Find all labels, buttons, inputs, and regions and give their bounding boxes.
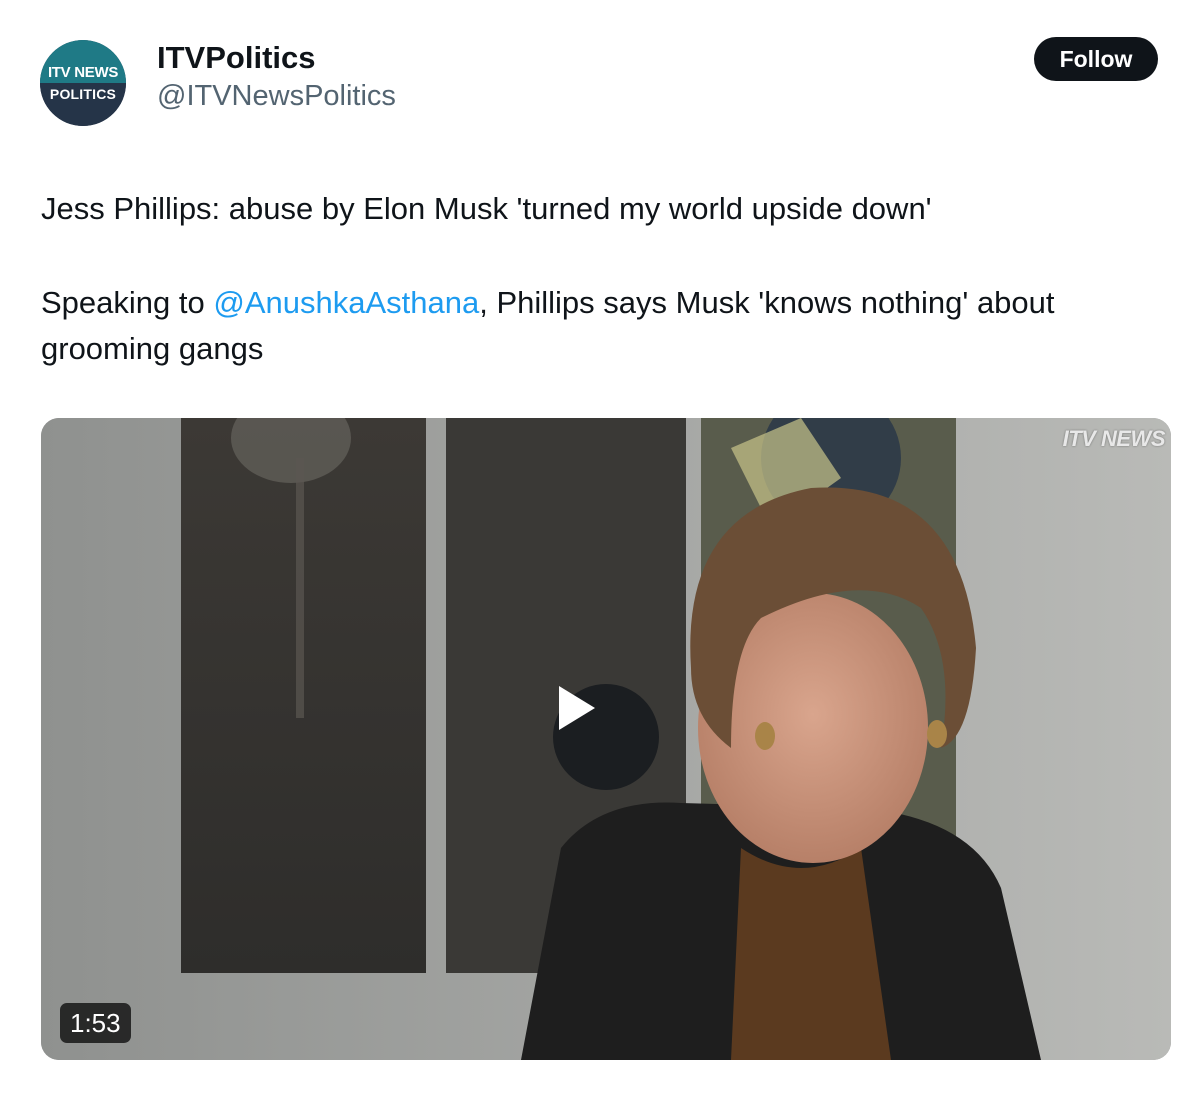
play-icon: [559, 686, 595, 730]
play-button[interactable]: [553, 684, 659, 790]
avatar-logo-line1: ITV NEWS: [47, 64, 119, 81]
tweet-text: Jess Phillips: abuse by Elon Musk 'turne…: [41, 186, 1161, 372]
display-name[interactable]: ITVPolitics: [157, 40, 315, 76]
account-handle[interactable]: @ITVNewsPolitics: [157, 80, 396, 113]
avatar-logo-line2: POLITICS: [49, 86, 117, 102]
itv-news-watermark: ITV NEWS: [1062, 426, 1166, 451]
mention-link[interactable]: @AnushkaAsthana: [213, 285, 479, 320]
tweet-line-2: Speaking to @AnushkaAsthana, Phillips sa…: [41, 280, 1161, 372]
account-avatar[interactable]: ITV NEWS POLITICS: [40, 40, 126, 126]
tweet-line-1: Jess Phillips: abuse by Elon Musk 'turne…: [41, 191, 932, 226]
follow-button[interactable]: Follow: [1034, 37, 1158, 81]
video-duration: 1:53: [60, 1003, 131, 1043]
tweet-line-2-prefix: Speaking to: [41, 285, 214, 320]
video-player[interactable]: ITV NEWS 1:53: [41, 418, 1171, 1060]
